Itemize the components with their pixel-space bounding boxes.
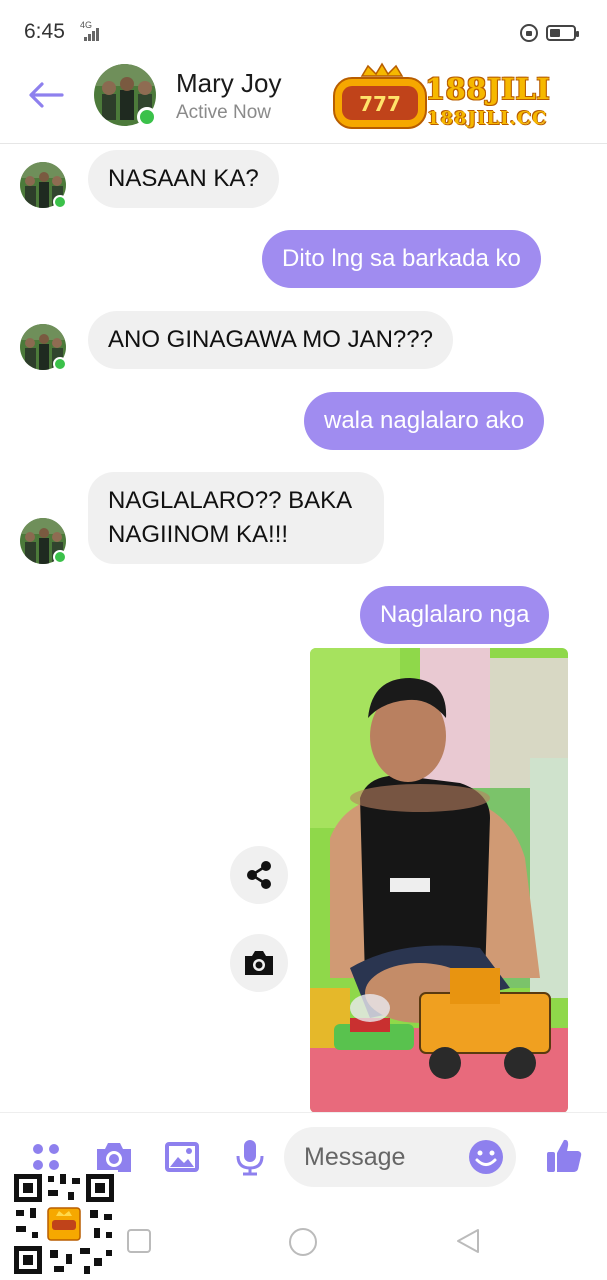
share-icon <box>247 861 271 889</box>
signal-icon <box>84 27 100 41</box>
camera-icon <box>245 951 273 975</box>
message-bubble-outgoing[interactable]: Dito lng sa barkada ko <box>262 230 541 288</box>
rotation-lock-icon <box>520 24 538 42</box>
message-line: NAGLALARO?? BAKA <box>108 487 353 514</box>
brand-name: 188JILI <box>425 72 551 106</box>
message-bubble-incoming[interactable]: ANO GINAGAWA MO JAN??? <box>88 311 453 369</box>
status-time: 6:45 <box>24 20 65 43</box>
recent-apps-icon[interactable] <box>126 1228 152 1254</box>
photo-message[interactable] <box>310 648 568 1113</box>
message-line: NAGIINOM KA!!! <box>108 521 289 548</box>
thumbs-up-icon[interactable] <box>544 1135 584 1175</box>
brand-url: 188JILI.CC <box>427 108 548 129</box>
emoji-icon[interactable] <box>466 1137 506 1177</box>
online-indicator <box>137 107 157 127</box>
message-bubble-incoming[interactable]: NASAAN KA? <box>88 150 279 208</box>
save-photo-button[interactable] <box>230 934 288 992</box>
home-icon[interactable] <box>287 1226 319 1258</box>
contact-status: Active Now <box>176 102 272 123</box>
message-bubble-outgoing[interactable]: wala naglalaro ako <box>304 392 545 450</box>
online-indicator <box>53 357 67 371</box>
online-indicator <box>53 195 67 209</box>
arrow-left-icon[interactable] <box>26 80 66 110</box>
back-nav-icon[interactable] <box>454 1227 482 1255</box>
online-indicator <box>53 550 67 564</box>
battery-icon <box>546 25 579 41</box>
microphone-icon[interactable] <box>230 1137 270 1177</box>
qr-code <box>10 1170 118 1278</box>
status-bar: 6:45 4G <box>0 0 607 62</box>
message-bubble-incoming[interactable]: NAGLALARO?? BAKA NAGIINOM KA!!! <box>88 472 384 564</box>
chat-header: Mary Joy Active Now 777 188JILI 188JILI.… <box>0 62 607 144</box>
brand-badge: 777 <box>359 92 401 116</box>
contact-name[interactable]: Mary Joy <box>176 68 281 99</box>
gallery-icon[interactable] <box>162 1137 202 1177</box>
message-bubble-outgoing[interactable]: Naglalaro nga <box>360 586 550 644</box>
share-button[interactable] <box>230 846 288 904</box>
